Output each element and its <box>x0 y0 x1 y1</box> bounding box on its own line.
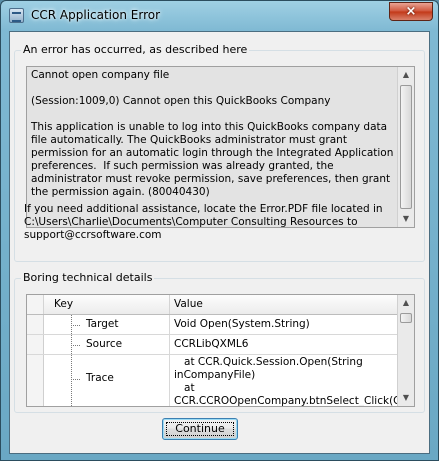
row-header-cell <box>27 335 44 354</box>
key-cell: Source <box>44 335 170 354</box>
details-grid[interactable]: Key Value Target Void Open(System.String… <box>26 294 415 407</box>
details-group-legend: Boring technical details <box>21 271 155 284</box>
table-row[interactable]: Trace at CCR.Quick.Session.Open(String i… <box>27 355 398 407</box>
table-row[interactable]: Target Void Open(System.String) <box>27 315 398 335</box>
column-header-value[interactable]: Value <box>170 295 398 314</box>
tree-line <box>71 355 72 406</box>
tree-branch <box>71 325 80 326</box>
details-grid-scrollbar[interactable]: ▲ ▼ <box>397 295 414 406</box>
row-header-cell <box>27 315 44 334</box>
value-cell: at CCR.Quick.Session.Open(String inCompa… <box>174 356 398 407</box>
value-cell: CCRLibQXML6 <box>174 338 249 350</box>
close-icon: × <box>405 4 417 19</box>
error-group-legend: An error has occurred, as described here <box>21 43 250 56</box>
grid-corner-cell <box>27 295 44 314</box>
app-window-icon <box>9 8 24 23</box>
column-header-key[interactable]: Key <box>44 295 170 314</box>
window-title: CCR Application Error <box>31 8 161 22</box>
key-cell: Target <box>44 315 170 334</box>
help-text: If you need additional assistance, locat… <box>24 203 386 241</box>
row-header-cell <box>27 355 44 406</box>
scrollbar-thumb[interactable] <box>400 85 412 209</box>
focus-rectangle <box>166 422 234 436</box>
close-button[interactable]: × <box>389 2 433 21</box>
key-label: Target <box>86 318 119 330</box>
error-message-text: Cannot open company file (Session:1009,0… <box>31 69 394 198</box>
value-cell: Void Open(System.String) <box>174 318 310 330</box>
error-dialog-window: CCR Application Error × An error has occ… <box>0 0 439 461</box>
table-row[interactable]: Source CCRLibQXML6 <box>27 335 398 355</box>
key-label: Source <box>86 338 123 350</box>
scrollbar-thumb[interactable] <box>400 313 412 323</box>
grid-header-row: Key Value <box>27 295 398 315</box>
tree-branch <box>71 345 80 346</box>
title-bar[interactable]: CCR Application Error × <box>1 1 438 31</box>
tree-branch <box>71 379 80 380</box>
continue-button[interactable]: Continue <box>162 418 238 440</box>
key-label: Trace <box>86 372 114 384</box>
scroll-up-arrow-icon[interactable]: ▲ <box>398 295 414 311</box>
dialog-client-area: An error has occurred, as described here… <box>9 31 430 454</box>
scroll-up-arrow-icon[interactable]: ▲ <box>398 67 414 83</box>
scroll-down-arrow-icon[interactable]: ▼ <box>398 390 414 406</box>
key-cell: Trace <box>44 355 170 406</box>
